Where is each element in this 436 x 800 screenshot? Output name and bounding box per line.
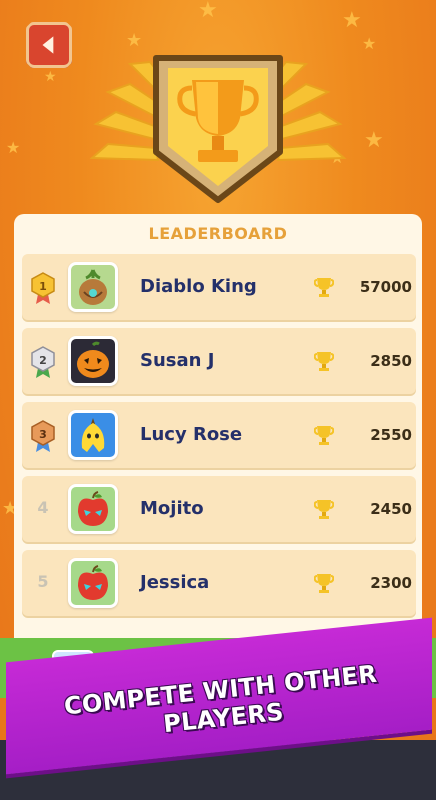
leaderboard-row[interactable]: 4 Mojito 2450 [22, 476, 416, 542]
avatar [68, 336, 118, 386]
leaderboard-row[interactable]: 1 Diablo King 57000 [22, 254, 416, 320]
trophy-icon [314, 426, 334, 445]
star-decoration-icon: ★ [364, 128, 384, 153]
avatar [68, 262, 118, 312]
player-score: 2300 [370, 574, 412, 592]
player-score: 57000 [359, 278, 412, 296]
player-name: Jessica [140, 572, 210, 593]
banana-icon [81, 418, 105, 452]
player-name: Diablo King [140, 276, 257, 297]
winged-trophy-icon [89, 55, 347, 203]
avatar [68, 558, 118, 608]
player-score: 2550 [370, 426, 412, 444]
player-score: 2850 [370, 352, 412, 370]
star-decoration-icon: ★ [362, 34, 377, 53]
apple-icon [78, 565, 108, 600]
player-name: Susan J [140, 350, 215, 371]
rank-number: 1 [39, 280, 47, 293]
leaderboard-row[interactable]: 5 Jessica 2300 [22, 550, 416, 616]
leaderboard-row[interactable]: 3 Lucy Rose 2550 [22, 402, 416, 468]
silver-medal-icon: 2 [31, 346, 55, 378]
avatar [68, 484, 118, 534]
apple-icon [78, 491, 108, 526]
trophy-icon [314, 352, 334, 371]
arrow-left-icon [42, 36, 54, 54]
leaderboard-title: LEADERBOARD [148, 224, 288, 243]
onion-icon [79, 269, 107, 305]
player-score: 2450 [370, 500, 412, 518]
gold-medal-icon: 1 [31, 272, 55, 304]
rank-number: 4 [37, 498, 49, 517]
avatar [68, 410, 118, 460]
player-name: Lucy Rose [140, 424, 243, 445]
rank-number: 5 [37, 572, 49, 591]
star-decoration-icon: ★ [198, 0, 218, 23]
bronze-medal-icon: 3 [31, 420, 55, 452]
back-button[interactable] [26, 22, 72, 68]
player-name: Mojito [140, 498, 204, 519]
trophy-icon [314, 574, 334, 593]
rank-number: 3 [39, 428, 47, 441]
trophy-icon [314, 500, 334, 519]
rank-number: 2 [39, 354, 47, 367]
star-decoration-icon: ★ [44, 69, 57, 85]
leaderboard-panel: LEADERBOARD 1 Diablo King 57000 2 Susan … [14, 214, 422, 654]
leaderboard-row[interactable]: 2 Susan J 2850 [22, 328, 416, 394]
star-decoration-icon: ★ [6, 138, 21, 157]
star-decoration-icon: ★ [342, 8, 362, 33]
trophy-icon [314, 278, 334, 297]
pumpkin-icon [77, 341, 109, 378]
